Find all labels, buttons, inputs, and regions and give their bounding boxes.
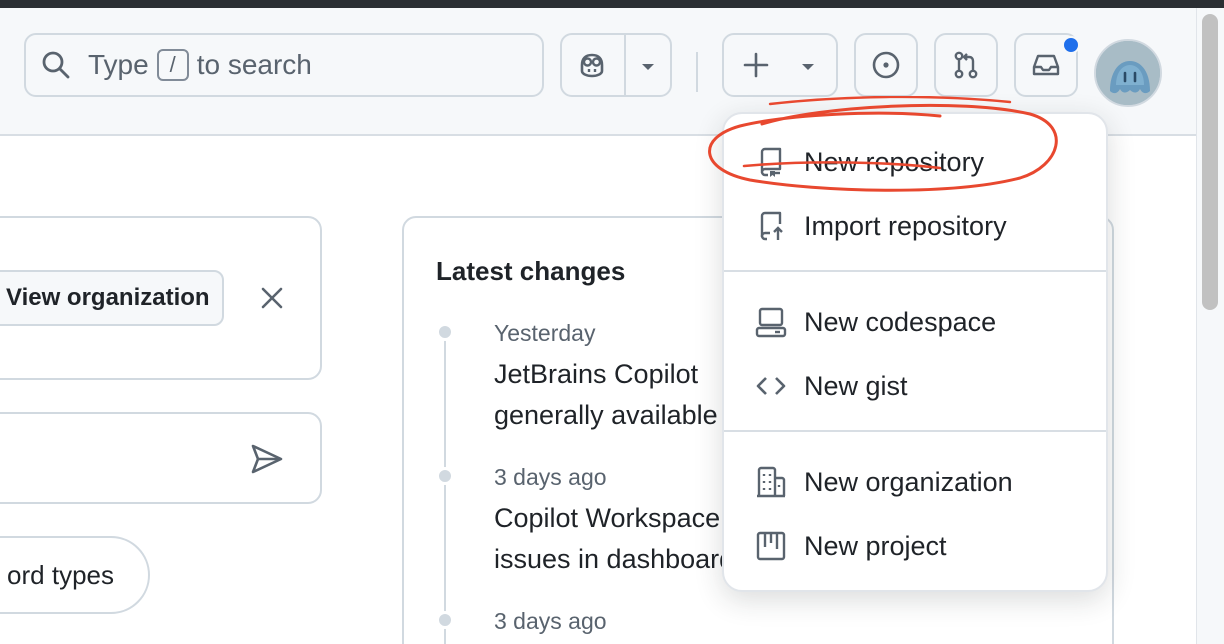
menu-item-new-codespace[interactable]: New codespace <box>724 290 1106 354</box>
header-divider <box>696 52 698 92</box>
timeline-dot <box>436 611 454 629</box>
change-date: 3 days ago <box>494 464 607 490</box>
scrollbar-thumb[interactable] <box>1202 14 1218 310</box>
change-title-line2[interactable]: generally available <box>494 395 724 436</box>
timeline-line <box>444 332 446 644</box>
close-icon[interactable] <box>256 282 288 314</box>
menu-item-new-organization[interactable]: New organization <box>724 450 1106 514</box>
menu-item-label: New organization <box>804 466 1013 497</box>
menu-item-new-project[interactable]: New project <box>724 514 1106 578</box>
timeline-dot <box>436 467 454 485</box>
menu-item-label: Import repository <box>804 210 1007 241</box>
issue-opened-icon <box>872 51 900 79</box>
search-suffix: to search <box>196 49 312 80</box>
inbox-icon <box>1032 54 1060 76</box>
organization-icon <box>757 466 786 498</box>
repo-push-icon <box>760 211 783 241</box>
repo-icon <box>760 147 782 177</box>
menu-item-label: New codespace <box>804 306 997 337</box>
window-top-strip <box>0 0 1224 8</box>
menu-item-label: New gist <box>804 370 908 401</box>
create-new-button[interactable] <box>722 33 838 97</box>
menu-item-label: New project <box>804 530 947 561</box>
latest-changes-title: Latest changes <box>436 256 626 286</box>
copilot-split-divider <box>624 35 626 95</box>
plus-icon <box>743 52 769 78</box>
menu-item-label: New repository <box>804 146 985 177</box>
issues-button[interactable] <box>854 33 918 97</box>
menu-divider <box>724 430 1106 432</box>
change-title-line2[interactable]: issues in dashboard <box>494 539 724 580</box>
code-icon <box>756 377 786 395</box>
chevron-down-icon[interactable] <box>638 57 658 77</box>
menu-item-new-gist[interactable]: New gist <box>724 354 1106 418</box>
suggestion-pill[interactable]: ord types <box>0 536 150 614</box>
copilot-button-group[interactable] <box>560 33 672 97</box>
menu-item-new-repository[interactable]: New repository <box>724 130 1106 194</box>
pull-requests-button[interactable] <box>934 33 998 97</box>
avatar[interactable] <box>1094 39 1162 107</box>
search-icon <box>42 51 70 79</box>
menu-divider <box>724 270 1106 272</box>
view-organization-button[interactable]: View organization <box>0 270 224 326</box>
notification-indicator <box>1062 36 1080 54</box>
project-icon <box>756 531 786 561</box>
create-new-dropdown-menu: New repository Import repository New cod… <box>722 112 1108 592</box>
codespaces-icon <box>755 307 787 338</box>
search-input[interactable]: Type / to search <box>24 33 544 97</box>
chevron-down-icon <box>802 64 814 70</box>
timeline-dot <box>436 323 454 341</box>
search-prefix: Type <box>88 49 149 80</box>
copilot-icon <box>580 53 604 78</box>
change-date: 3 days ago <box>494 608 607 634</box>
send-icon[interactable] <box>248 440 286 478</box>
change-title-line1[interactable]: JetBrains Copilot <box>494 354 724 395</box>
search-shortcut-key: / <box>156 49 189 81</box>
menu-item-import-repository[interactable]: Import repository <box>724 194 1106 258</box>
change-title-line1[interactable]: Copilot Workspace <box>494 498 724 539</box>
git-pull-request-icon <box>954 51 978 79</box>
change-date: Yesterday <box>494 320 596 346</box>
